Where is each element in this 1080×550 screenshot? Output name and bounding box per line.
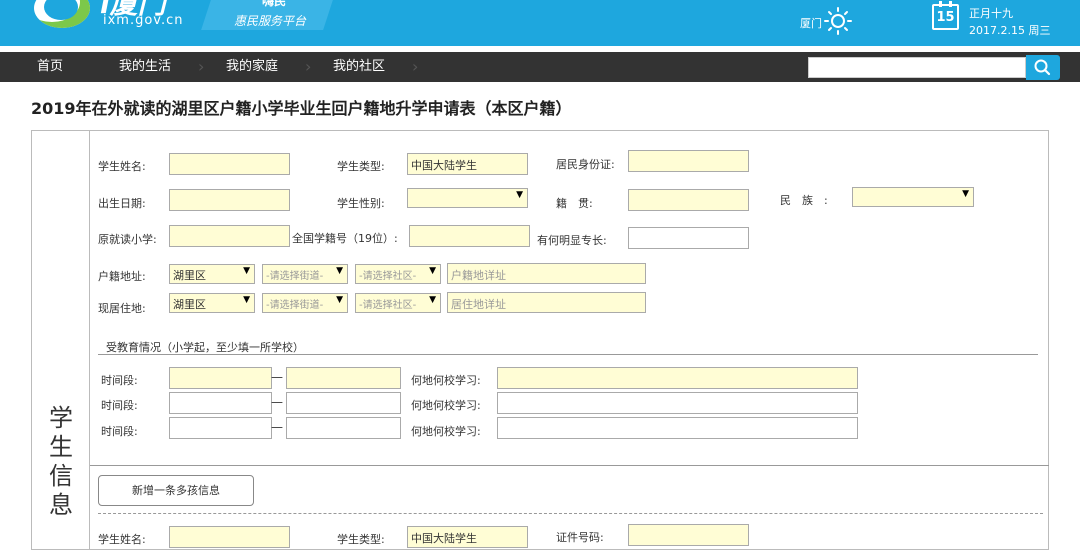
add-child-button[interactable]: 新增一条多孩信息 bbox=[98, 475, 254, 506]
dropdown-arrow-icon: ▼ bbox=[516, 190, 523, 200]
next-student-name-label: 学生姓名: bbox=[98, 533, 146, 546]
birth-date-label: 出生日期: bbox=[98, 197, 146, 210]
education-section-title: 受教育情况（小学起，至少填一所学校） bbox=[106, 341, 304, 354]
household-street-select[interactable]: -请选择街道- ▼ bbox=[262, 264, 348, 284]
dashed-divider bbox=[98, 513, 1043, 514]
period-end-input[interactable] bbox=[286, 417, 401, 439]
lunar-date: 正月十九 bbox=[969, 7, 1013, 20]
calendar-day: 15 bbox=[936, 10, 955, 25]
dropdown-arrow-icon: ▼ bbox=[243, 266, 250, 276]
sun-icon bbox=[824, 7, 852, 35]
school-label: 何地何校学习: bbox=[411, 374, 481, 387]
student-no-input[interactable] bbox=[409, 225, 530, 247]
nav-chevron-icon: › bbox=[305, 57, 312, 76]
weather-city: 厦门 bbox=[800, 17, 822, 30]
period-end-input[interactable] bbox=[286, 392, 401, 414]
dropdown-arrow-icon: ▼ bbox=[336, 266, 343, 276]
period-start-input[interactable] bbox=[169, 367, 272, 389]
residence-label: 现居住地: bbox=[98, 302, 146, 315]
gender-select[interactable]: ▼ bbox=[407, 188, 528, 208]
site-logo-icon[interactable] bbox=[34, 0, 90, 28]
search-input[interactable] bbox=[808, 57, 1026, 78]
period-separator: — bbox=[271, 370, 283, 384]
gender-label: 学生性别: bbox=[337, 197, 385, 210]
gregorian-date: 2017.2.15 周三 bbox=[969, 24, 1051, 37]
search-icon bbox=[1034, 59, 1051, 76]
residence-district-select[interactable]: 湖里区 ▼ bbox=[169, 293, 255, 313]
nav-chevron-icon: › bbox=[412, 57, 419, 76]
next-student-type-label: 学生类型: bbox=[337, 533, 385, 546]
community-placeholder: -请选择社区- bbox=[359, 300, 417, 311]
orig-school-label: 原就读小学: bbox=[98, 233, 157, 246]
nav-item-my-community[interactable]: 我的社区 bbox=[333, 52, 385, 82]
section-divider bbox=[90, 465, 1049, 466]
household-district-value: 湖里区 bbox=[173, 269, 206, 282]
slogan-top: 嗨民 bbox=[262, 0, 287, 8]
native-place-label: 籍 贯: bbox=[556, 197, 593, 210]
residence-street-select[interactable]: -请选择街道- ▼ bbox=[262, 293, 348, 313]
next-student-type-input[interactable]: 中国大陆学生 bbox=[407, 526, 528, 548]
period-start-input[interactable] bbox=[169, 392, 272, 414]
period-label: 时间段: bbox=[101, 425, 138, 438]
household-community-select[interactable]: -请选择社区- ▼ bbox=[355, 264, 441, 284]
dropdown-arrow-icon: ▼ bbox=[336, 295, 343, 305]
student-type-input[interactable]: 中国大陆学生 bbox=[407, 153, 528, 175]
education-divider bbox=[98, 354, 1038, 355]
site-url: ixm.gov.cn bbox=[103, 13, 184, 28]
student-no-label: 全国学籍号（19位）: bbox=[292, 232, 398, 245]
dropdown-arrow-icon: ▼ bbox=[429, 266, 436, 276]
nav-item-home[interactable]: 首页 bbox=[37, 52, 63, 82]
community-placeholder: -请选择社区- bbox=[359, 271, 417, 282]
student-type-label: 学生类型: bbox=[337, 160, 385, 173]
period-separator: — bbox=[271, 420, 283, 434]
school-input[interactable] bbox=[497, 392, 858, 414]
period-start-input[interactable] bbox=[169, 417, 272, 439]
school-input[interactable] bbox=[497, 367, 858, 389]
ethnicity-label: 民 族 : bbox=[780, 194, 828, 207]
dropdown-arrow-icon: ▼ bbox=[243, 295, 250, 305]
id-card-label: 居民身份证: bbox=[556, 158, 615, 171]
orig-school-input[interactable] bbox=[169, 225, 290, 247]
period-separator: — bbox=[271, 395, 283, 409]
native-place-input[interactable] bbox=[628, 189, 749, 211]
id-card-input[interactable] bbox=[628, 150, 749, 172]
residence-detail-input[interactable]: 居住地详址 bbox=[447, 292, 646, 313]
specialty-label: 有何明显专长: bbox=[537, 234, 607, 247]
school-label: 何地何校学习: bbox=[411, 399, 481, 412]
student-name-label: 学生姓名: bbox=[98, 160, 146, 173]
dropdown-arrow-icon: ▼ bbox=[962, 189, 969, 199]
school-label: 何地何校学习: bbox=[411, 425, 481, 438]
slogan: 惠民服务平台 bbox=[234, 14, 307, 28]
section-label: 学生信息 bbox=[49, 404, 73, 519]
period-label: 时间段: bbox=[101, 399, 138, 412]
nav-item-my-family[interactable]: 我的家庭 bbox=[226, 52, 278, 82]
period-end-input[interactable] bbox=[286, 367, 401, 389]
page-title: 2019年在外就读的湖里区户籍小学毕业生回户籍地升学申请表（本区户籍） bbox=[31, 99, 572, 118]
student-name-input[interactable] bbox=[169, 153, 290, 175]
street-placeholder: -请选择街道- bbox=[266, 300, 324, 311]
ethnicity-select[interactable]: ▼ bbox=[852, 187, 974, 207]
next-id-label: 证件号码: bbox=[556, 531, 604, 544]
residence-district-value: 湖里区 bbox=[173, 298, 206, 311]
dropdown-arrow-icon: ▼ bbox=[429, 295, 436, 305]
calendar-icon: 15 bbox=[932, 1, 959, 30]
household-address-label: 户籍地址: bbox=[98, 270, 146, 283]
school-input[interactable] bbox=[497, 417, 858, 439]
period-label: 时间段: bbox=[101, 374, 138, 387]
nav-chevron-icon: › bbox=[198, 57, 205, 76]
next-student-name-input[interactable] bbox=[169, 526, 290, 548]
next-id-input[interactable] bbox=[628, 524, 749, 546]
household-detail-input[interactable]: 户籍地详址 bbox=[447, 263, 646, 284]
household-district-select[interactable]: 湖里区 ▼ bbox=[169, 264, 255, 284]
street-placeholder: -请选择街道- bbox=[266, 271, 324, 282]
search-button[interactable] bbox=[1026, 55, 1060, 80]
nav-item-my-life[interactable]: 我的生活 bbox=[119, 52, 171, 82]
birth-date-input[interactable] bbox=[169, 189, 290, 211]
top-header: i厦门 ixm.gov.cn 嗨民 惠民服务平台 厦门 15 正月十九 2017… bbox=[0, 0, 1080, 46]
residence-community-select[interactable]: -请选择社区- ▼ bbox=[355, 293, 441, 313]
specialty-input[interactable] bbox=[628, 227, 749, 249]
